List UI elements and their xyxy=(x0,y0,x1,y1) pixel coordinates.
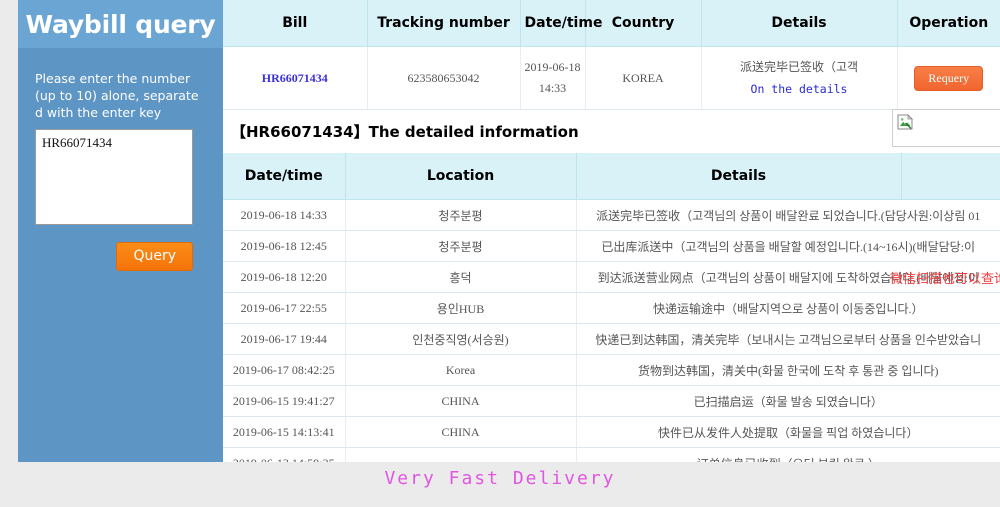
table-row: 2019-06-17 08:42:25 Korea 货物到达韩国，清关中(화물 한국… xyxy=(223,354,1000,386)
detail-cell-datetime: 2019-06-17 22:55 xyxy=(223,292,346,324)
cell-country: KOREA xyxy=(585,46,702,110)
table-row: 2019-06-18 12:20 흥덕 到达派送营业网点（고객님의 상품이 배달지에… xyxy=(223,261,1000,293)
column-header-operation: Operation xyxy=(897,0,1000,47)
query-button-row: Query xyxy=(35,242,193,271)
detail-cell-details: 已扫描启运（화물 발송 되였습니다） xyxy=(576,385,1000,417)
detail-cell-details: 货物到达韩国，清关中(화물 한국에 도착 후 통관 중 입니다) xyxy=(576,354,1000,386)
detail-cell-location: CHINA xyxy=(345,385,577,417)
delivery-slogan: Very Fast Delivery xyxy=(384,468,616,489)
table-row: 2019-06-18 12:45 청주분평 已出库派送中（고객님의 상품을 배달할 … xyxy=(223,230,1000,262)
column-header-details: Details xyxy=(701,0,898,47)
panel-header: Waybill query xyxy=(18,0,223,48)
cell-details: 派送完毕已签收（고객 On the details xyxy=(701,46,898,110)
cell-tracking-number: 623580653042 xyxy=(367,46,521,110)
detail-table-body: 2019-06-18 14:33 청주분평 派送完毕已签收（고객님의 상품이 배달완… xyxy=(223,199,1000,462)
cell-datetime: 2019-06-18 14:33 xyxy=(520,46,586,110)
detail-cell-datetime: 2019-06-17 19:44 xyxy=(223,323,346,355)
detail-cell-location: CHINA xyxy=(345,416,577,448)
cell-date: 2019-06-18 xyxy=(524,60,581,74)
query-button[interactable]: Query xyxy=(116,242,193,271)
requery-button[interactable]: Requery xyxy=(914,65,984,91)
detail-title: 【HR66071434】The detailed information xyxy=(231,123,579,141)
page-title: Waybill query xyxy=(25,9,216,39)
detail-cell-details: 快件已从发件人处提取（화물을 픽업 하였습니다） xyxy=(576,416,1000,448)
detail-column-header-details: Details xyxy=(576,153,902,200)
detail-cell-details: 已出库派送中（고객님의 상품을 배달할 예정입니다.(14~16시)(배달담당:… xyxy=(576,230,1000,262)
table-row: 2019-06-13 14:59:25 订单信息已收到（오더 부킹 완료 ） xyxy=(223,447,1000,462)
cell-details-status: 派送完毕已签收（고객 xyxy=(739,60,859,74)
detail-cell-location: Korea xyxy=(345,354,577,386)
cell-operation: Requery xyxy=(897,46,1000,110)
waybill-number-input[interactable] xyxy=(35,129,193,225)
panel-body: Please enter the number (up to 10) alone… xyxy=(18,48,223,271)
table-row: 2019-06-17 19:44 인천중직영(서승원) 快递已到达韩国，清关完毕（보… xyxy=(223,323,1000,355)
detail-cell-details: 到达派送营业网点（고객님의 상품이 배달지에 도착하였습니다.(배달예정:이 xyxy=(576,261,1000,293)
detail-cell-location xyxy=(345,447,577,462)
table-row: HR66071434 623580653042 2019-06-18 14:33… xyxy=(223,46,1000,110)
results-panel: Bill Tracking number Date/time Country D… xyxy=(223,0,1000,462)
detail-cell-location: 인천중직영(서승원) xyxy=(345,323,577,355)
detail-section-header: 【HR66071434】The detailed information xyxy=(223,109,1000,153)
detail-cell-details: 订单信息已收到（오더 부킹 완료 ） xyxy=(576,447,1000,462)
detail-column-header-datetime: Date/time xyxy=(223,153,346,200)
table-row: 2019-06-15 14:13:41 CHINA 快件已从发件人处提取（화물을 픽… xyxy=(223,416,1000,448)
detail-cell-location: 청주분평 xyxy=(345,230,577,262)
column-header-tracking-number: Tracking number xyxy=(367,0,521,47)
detail-cell-location: 용인HUB xyxy=(345,292,577,324)
detail-column-header-location: Location xyxy=(345,153,577,200)
detail-column-header-blank xyxy=(901,153,1000,200)
column-header-datetime: Date/time xyxy=(520,0,602,47)
bill-link[interactable]: HR66071434 xyxy=(262,71,328,85)
qr-image-placeholder xyxy=(892,109,1000,147)
detail-cell-datetime: 2019-06-13 14:59:25 xyxy=(223,447,346,462)
table-row: 2019-06-15 19:41:27 CHINA 已扫描启运（화물 발송 되였습니… xyxy=(223,385,1000,417)
detail-cell-datetime: 2019-06-17 08:42:25 xyxy=(223,354,346,386)
detail-cell-datetime: 2019-06-18 12:45 xyxy=(223,230,346,262)
detail-cell-details: 快递运输途中（배달지역으로 상품이 이동중입니다.） xyxy=(576,292,1000,324)
detail-cell-datetime: 2019-06-15 19:41:27 xyxy=(223,385,346,417)
detail-table: Date/time Location Details 2019-06-18 14… xyxy=(223,153,1000,462)
broken-image-icon xyxy=(897,114,913,130)
summary-table-header-row: Bill Tracking number Date/time Country D… xyxy=(223,0,1000,47)
detail-cell-location: 청주분평 xyxy=(345,199,577,231)
page-root: Waybill query Please enter the number (u… xyxy=(0,0,1000,507)
detail-cell-location: 흥덕 xyxy=(345,261,577,293)
cell-time: 14:33 xyxy=(538,81,567,95)
detail-table-header-row: Date/time Location Details xyxy=(223,153,1000,200)
table-row: 2019-06-17 22:55 용인HUB 快递运输途中（배달지역으로 상품이 이… xyxy=(223,292,1000,324)
instructions-text: Please enter the number (up to 10) alone… xyxy=(35,71,199,120)
detail-cell-details: 派送完毕已签收（고객님의 상품이 배달완료 되었습니다.(담당사원:이상림 01 xyxy=(576,199,1000,231)
detail-cell-datetime: 2019-06-15 14:13:41 xyxy=(223,416,346,448)
on-the-details-link[interactable]: On the details xyxy=(706,78,893,100)
table-row: 2019-06-18 14:33 청주분평 派送完毕已签收（고객님의 상품이 배달완… xyxy=(223,199,1000,231)
detail-cell-datetime: 2019-06-18 12:20 xyxy=(223,261,346,293)
column-header-bill: Bill xyxy=(223,0,368,47)
detail-cell-datetime: 2019-06-18 14:33 xyxy=(223,199,346,231)
column-header-country: Country xyxy=(585,0,702,47)
cell-bill: HR66071434 xyxy=(223,46,368,110)
waybill-query-panel: Waybill query Please enter the number (u… xyxy=(18,0,223,462)
detail-cell-details: 快递已到达韩国，清关完毕（보내시는 고객님으로부터 상품을 인수받았습니 xyxy=(576,323,1000,355)
summary-table: Bill Tracking number Date/time Country D… xyxy=(223,0,1000,110)
